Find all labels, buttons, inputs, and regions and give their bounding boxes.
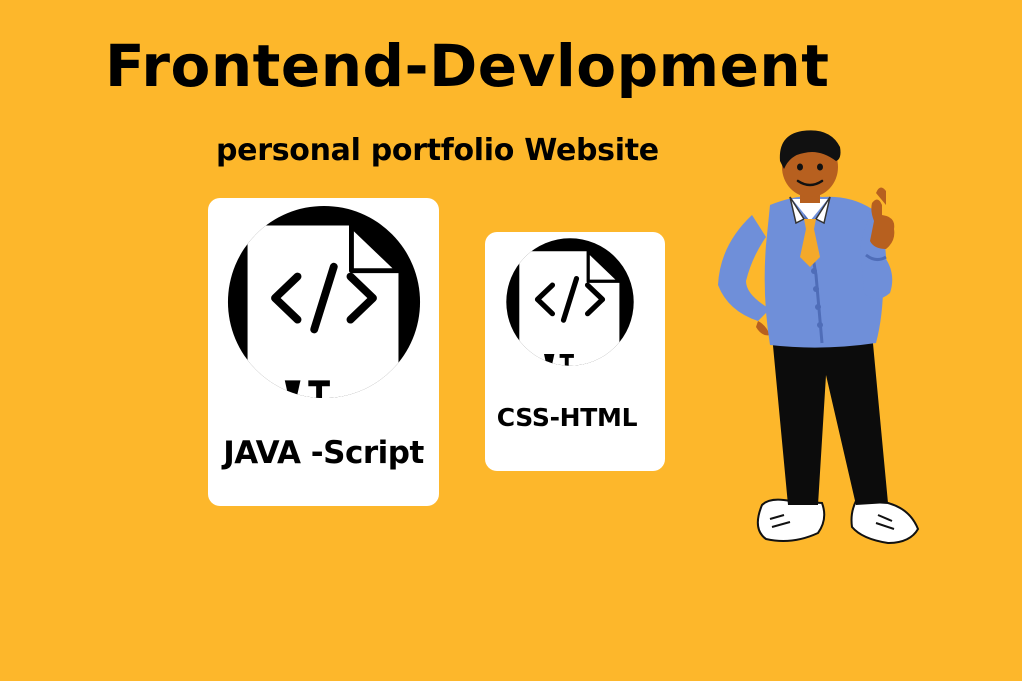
poster-title: Frontend-Devlopment [105,32,830,100]
javascript-card: JAVA -Script [208,198,439,506]
poster-canvas: Frontend-Devlopment personal portfolio W… [0,0,1022,681]
javascript-card-label: JAVA -Script [223,435,424,471]
poster-subtitle: personal portfolio Website [216,133,659,168]
thumbs-up-hand [870,199,895,249]
code-file-icon [227,205,421,399]
css-html-card: CSS-HTML [485,232,665,471]
left-arm [718,215,770,321]
left-shoe [756,498,826,542]
thumbs-up-character-illustration [718,130,920,545]
right-shoe [850,499,920,545]
code-file-icon [506,238,634,366]
css-html-card-label: CSS-HTML [496,403,638,432]
pants [772,333,888,505]
